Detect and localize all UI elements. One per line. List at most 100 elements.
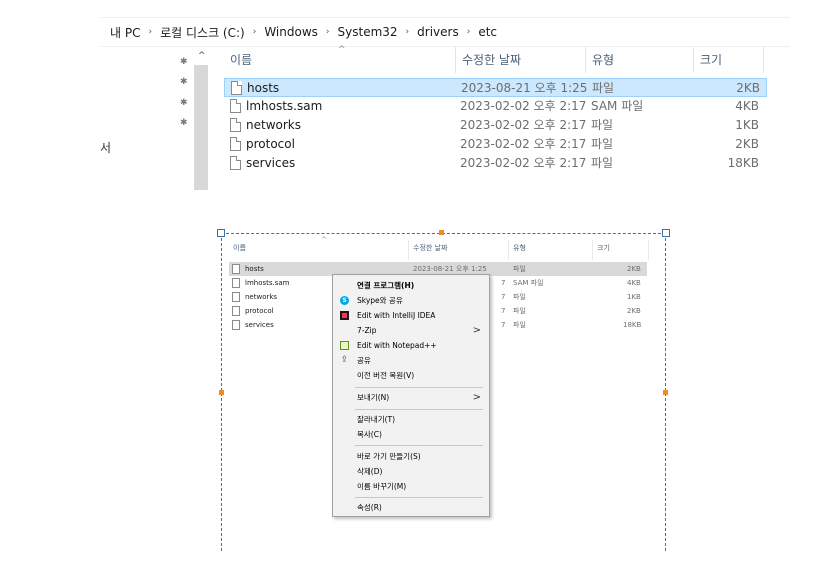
menu-item-intellij[interactable]: Edit with IntelliJ IDEA	[333, 308, 489, 323]
column-header-name[interactable]: 이름	[224, 47, 456, 73]
file-size: 18KB	[623, 321, 642, 329]
file-name: protocol	[246, 137, 295, 151]
file-type: SAM 파일	[591, 99, 644, 113]
file-name: hosts	[245, 265, 264, 273]
file-size: 1KB	[627, 293, 641, 301]
file-type: 파일	[591, 137, 614, 151]
pin-icon[interactable]: ✱	[180, 57, 190, 67]
pin-icon[interactable]: ✱	[180, 118, 190, 128]
nav-item-label[interactable]: 서	[100, 139, 111, 156]
menu-item-label: 보내기(N)	[357, 393, 390, 402]
menu-item-open-with[interactable]: 연결 프로그램(H)	[333, 278, 489, 293]
file-modified: 2023-02-02 오후 2:17	[460, 137, 587, 151]
menu-item-label: 공유	[357, 356, 371, 365]
chevron-right-icon: >	[472, 325, 481, 336]
breadcrumb-etc[interactable]: etc	[476, 25, 499, 39]
file-name: hosts	[247, 81, 280, 95]
file-icon	[231, 81, 242, 95]
column-header-name: 이름	[229, 240, 409, 260]
file-row-services[interactable]: services 2023-02-02 오후 2:17 파일 18KB	[224, 154, 767, 173]
breadcrumb-drivers[interactable]: drivers	[415, 25, 461, 39]
file-name: lmhosts.sam	[246, 99, 323, 113]
file-row-protocol[interactable]: protocol 2023-02-02 오후 2:17 파일 2KB	[224, 135, 767, 154]
file-type: SAM 파일	[513, 279, 544, 287]
chevron-right-icon[interactable]: ›	[247, 27, 263, 37]
menu-item-restore-versions[interactable]: 이전 버전 복원(V)	[333, 368, 489, 383]
file-size: 4KB	[627, 279, 641, 287]
file-row-hosts[interactable]: hosts 2023-08-21 오후 1:25 파일 2KB	[224, 78, 767, 97]
share-icon: ⇪	[340, 355, 349, 365]
file-size: 2KB	[627, 307, 641, 315]
resize-handle[interactable]	[663, 390, 668, 395]
chevron-right-icon[interactable]: ›	[461, 27, 477, 37]
breadcrumb-my-pc[interactable]: 내 PC	[108, 24, 142, 41]
file-size: 2KB	[736, 81, 760, 95]
menu-item-delete[interactable]: 삭제(D)	[333, 464, 489, 479]
context-menu: 연결 프로그램(H) S Skype와 공유 Edit with Intelli…	[332, 274, 490, 517]
file-size: 4KB	[735, 99, 759, 113]
file-name: networks	[245, 293, 278, 301]
column-header-size[interactable]: 크기	[694, 47, 764, 73]
file-type: 파일	[591, 118, 614, 132]
column-header-row: ^ 이름 수정한 날짜 유형 크기	[224, 45, 767, 73]
file-type: 파일	[513, 321, 526, 329]
file-size: 1KB	[735, 118, 759, 132]
file-type: 파일	[591, 156, 614, 170]
file-modified: 2023-08-21 오후 1:25	[461, 81, 588, 95]
file-type: 파일	[513, 265, 526, 273]
column-header-size: 크기	[593, 240, 649, 260]
file-list: ^ 이름 수정한 날짜 유형 크기 hosts 2023-08-21 오후 1:…	[224, 45, 767, 190]
file-modified: 7	[501, 321, 506, 329]
menu-item-7zip[interactable]: 7-Zip >	[333, 323, 489, 338]
chevron-right-icon[interactable]: ›	[320, 27, 336, 37]
menu-item-rename[interactable]: 이름 바꾸기(M)	[333, 479, 489, 494]
resize-handle[interactable]	[219, 390, 224, 395]
file-name: lmhosts.sam	[245, 279, 290, 287]
file-type: 파일	[592, 81, 615, 95]
file-row-lmhosts[interactable]: lmhosts.sam 2023-02-02 오후 2:17 SAM 파일 4K…	[224, 97, 767, 116]
file-icon	[230, 99, 241, 113]
breadcrumb[interactable]: 내 PC › 로컬 디스크 (C:) › Windows › System32 …	[100, 17, 790, 47]
chevron-up-icon[interactable]: ^	[198, 51, 206, 61]
breadcrumb-local-disk[interactable]: 로컬 디스크 (C:)	[158, 24, 247, 41]
menu-item-share[interactable]: ⇪ 공유	[333, 353, 489, 368]
column-header-modified[interactable]: 수정한 날짜	[456, 47, 586, 73]
captured-screenshot[interactable]: ^ 이름 수정한 날짜 유형 크기 hosts 2023-08-21 오후 1:…	[217, 229, 670, 551]
menu-item-copy[interactable]: 복사(C)	[333, 427, 489, 442]
menu-item-create-shortcut[interactable]: 바로 가기 만들기(S)	[333, 449, 489, 464]
file-size: 2KB	[627, 265, 641, 273]
pin-icon[interactable]: ✱	[180, 77, 190, 87]
intellij-icon	[340, 311, 349, 320]
menu-item-properties[interactable]: 속성(R)	[333, 500, 489, 515]
menu-item-label: Edit with Notepad++	[357, 341, 437, 350]
column-header-row: ^ 이름 수정한 날짜 유형 크기	[229, 236, 659, 260]
menu-item-send-to[interactable]: 보내기(N) >	[333, 390, 489, 405]
file-icon	[232, 264, 240, 274]
resize-handle[interactable]	[439, 230, 444, 235]
file-icon	[230, 137, 241, 151]
breadcrumb-windows[interactable]: Windows	[262, 25, 320, 39]
file-icon	[232, 306, 240, 316]
menu-item-cut[interactable]: 잘라내기(T)	[333, 412, 489, 427]
file-row-networks[interactable]: networks 2023-02-02 오후 2:17 파일 1KB	[224, 116, 767, 135]
column-header-type[interactable]: 유형	[586, 47, 694, 73]
breadcrumb-system32[interactable]: System32	[336, 25, 400, 39]
file-modified: 7	[501, 293, 506, 301]
file-icon	[230, 156, 241, 170]
file-size: 18KB	[727, 156, 759, 170]
pin-icon[interactable]: ✱	[180, 98, 190, 108]
chevron-right-icon[interactable]: ›	[400, 27, 416, 37]
menu-item-notepad[interactable]: Edit with Notepad++	[333, 338, 489, 353]
menu-item-label: Skype와 공유	[357, 296, 403, 305]
file-name: services	[245, 321, 274, 329]
menu-item-label: 7-Zip	[357, 326, 377, 335]
file-name: protocol	[245, 307, 274, 315]
explorer-panel: 내 PC › 로컬 디스크 (C:) › Windows › System32 …	[100, 0, 790, 190]
chevron-right-icon[interactable]: ›	[142, 27, 158, 37]
file-modified: 2023-02-02 오후 2:17	[460, 99, 587, 113]
file-name: services	[246, 156, 296, 170]
scrollbar[interactable]	[194, 65, 208, 190]
resize-handle[interactable]	[662, 229, 670, 237]
menu-item-skype-share[interactable]: S Skype와 공유	[333, 293, 489, 308]
resize-handle[interactable]	[217, 229, 225, 237]
